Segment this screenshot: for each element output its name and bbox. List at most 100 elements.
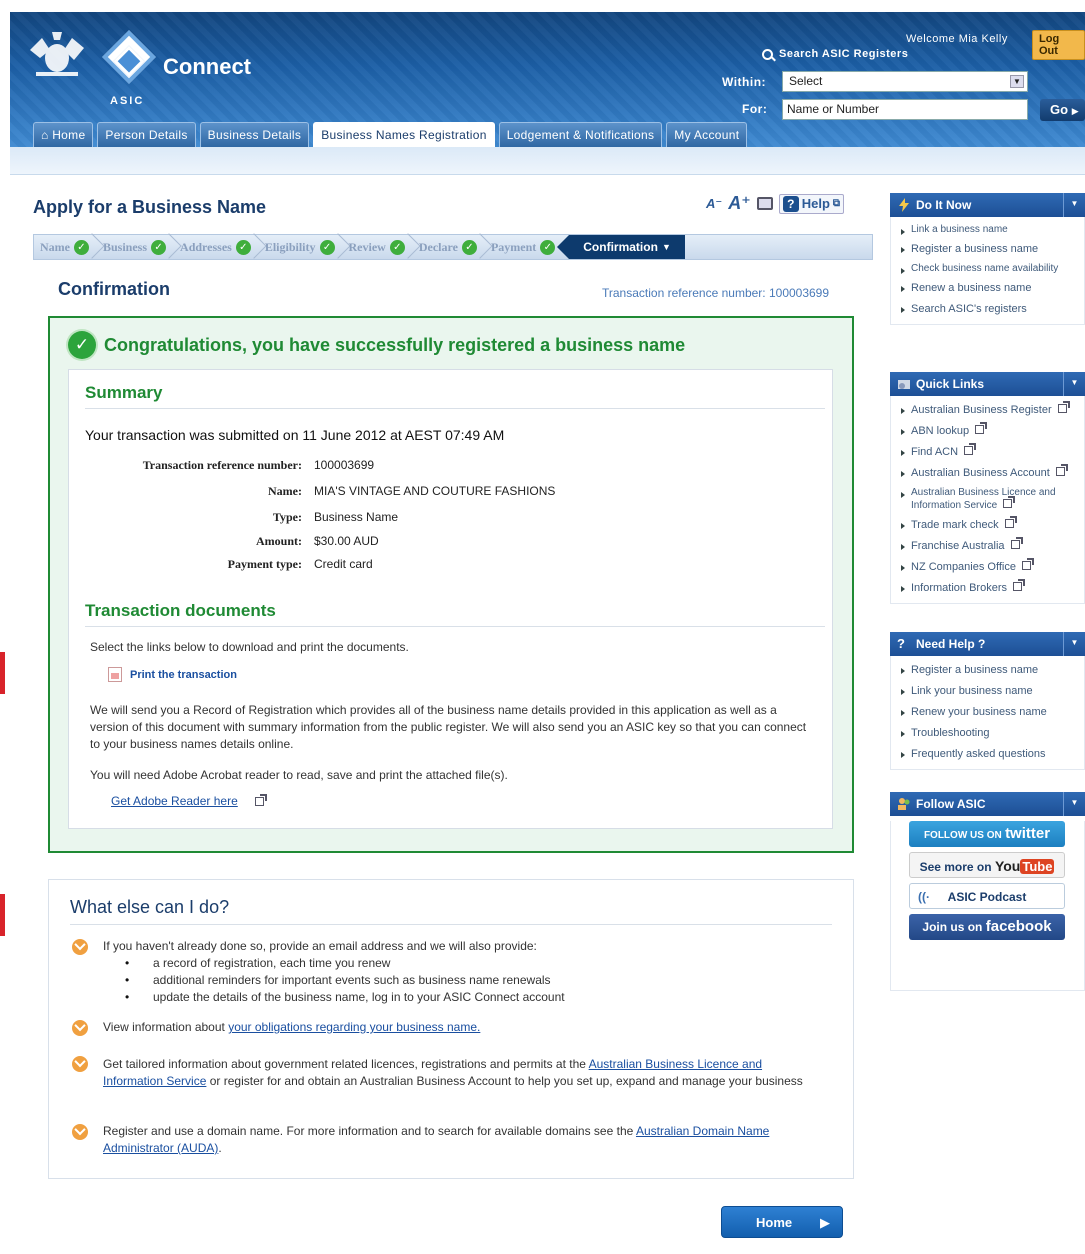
do-it-now-list: Link a business name Register a business…	[890, 217, 1085, 325]
follow-buttons: FOLLOW US ON twitter See more on You Tube…	[890, 821, 1085, 991]
sidebar-item-help-renew[interactable]: Renew your business name	[901, 702, 1084, 723]
need-help-header[interactable]: ? Need Help ? ▼	[890, 632, 1085, 656]
coat-of-arms-icon	[30, 32, 84, 76]
external-link-icon	[1022, 558, 1035, 570]
sidebar-item-nz-companies[interactable]: NZ Companies Office	[901, 557, 1084, 578]
divider	[70, 924, 832, 925]
pdf-icon	[108, 667, 122, 682]
tab-lodgement-notifications[interactable]: Lodgement & Notifications	[498, 122, 663, 147]
check-bullet-icon	[72, 939, 88, 955]
print-transaction-link[interactable]: Print the transaction	[108, 667, 237, 682]
home-button[interactable]: Home ▶	[721, 1206, 843, 1238]
list-item: a record of registration, each time you …	[125, 955, 823, 972]
step-confirmation[interactable]: Confirmation ▼	[557, 235, 685, 259]
sidebar-item-franchise[interactable]: Franchise Australia	[901, 536, 1084, 557]
print-icon[interactable]	[756, 197, 773, 210]
sidebar-item-trade-mark[interactable]: Trade mark check	[901, 515, 1084, 536]
twitter-button[interactable]: FOLLOW US ON twitter	[909, 821, 1065, 847]
within-select[interactable]: Select ▼	[782, 71, 1028, 92]
chevron-down-icon[interactable]: ▼	[1063, 193, 1085, 217]
tab-home[interactable]: ⌂ Home	[33, 122, 94, 147]
list-item: update the details of the business name,…	[125, 989, 823, 1006]
play-icon: ▶	[1071, 106, 1079, 116]
podcast-button[interactable]: ((· ASIC Podcast	[909, 883, 1065, 909]
page-tools: A⁻ A⁺ ? Help ⧉	[706, 193, 845, 214]
quick-links-header[interactable]: Quick Links ▼	[890, 372, 1085, 396]
success-message: ✓ Congratulations, you have successfully…	[68, 331, 685, 359]
logout-button[interactable]: Log Out	[1032, 30, 1085, 60]
external-link-icon	[1057, 401, 1070, 413]
chevron-down-icon: ▼	[1010, 75, 1024, 88]
do-it-now-header[interactable]: Do It Now ▼	[890, 193, 1085, 217]
go-button[interactable]: Go ▶	[1040, 99, 1085, 121]
within-label: Within:	[722, 75, 767, 89]
decrease-font-icon[interactable]: A⁻	[706, 196, 722, 212]
search-icon	[762, 48, 773, 60]
check-icon: ✓	[540, 239, 556, 255]
sidebar-item-check-availability[interactable]: Check business name availability	[901, 260, 1084, 278]
step-eligibility[interactable]: Eligibility ✓	[259, 233, 351, 259]
tab-business-details[interactable]: Business Details	[199, 122, 310, 147]
tab-person-details[interactable]: Person Details	[97, 122, 196, 147]
step-name[interactable]: Name ✓	[34, 233, 105, 259]
documents-intro: Select the links below to download and p…	[90, 640, 409, 654]
adobe-link-row: Get Adobe Reader here	[111, 793, 267, 808]
obligations-link[interactable]: your obligations regarding your business…	[228, 1020, 480, 1034]
youtube-button[interactable]: See more on You Tube	[909, 852, 1065, 878]
sidebar-item-faq[interactable]: Frequently asked questions	[901, 744, 1084, 765]
sidebar-item-info-brokers[interactable]: Information Brokers	[901, 578, 1084, 599]
follow-asic-header[interactable]: Follow ASIC ▼	[890, 792, 1085, 816]
transaction-documents-heading: Transaction documents	[85, 601, 276, 620]
sidebar-item-ablis[interactable]: Australian Business Licence and Informat…	[901, 484, 1084, 515]
sidebar-item-aba[interactable]: Australian Business Account	[901, 463, 1084, 484]
step-review[interactable]: Review ✓	[343, 233, 421, 259]
sidebar-item-register-business-name[interactable]: Register a business name	[901, 239, 1084, 260]
step-business[interactable]: Business ✓	[97, 233, 182, 259]
people-icon	[898, 798, 910, 810]
page-title: Apply for a Business Name	[33, 197, 267, 217]
external-link-icon	[964, 443, 977, 455]
success-check-icon: ✓	[68, 331, 96, 359]
sidebar-item-find-acn[interactable]: Find ACN	[901, 442, 1084, 463]
tab-business-names-registration[interactable]: Business Names Registration	[313, 122, 495, 148]
chevron-down-icon[interactable]: ▼	[1063, 792, 1085, 816]
step-payment[interactable]: Payment ✓	[485, 235, 563, 259]
get-adobe-reader-link[interactable]: Get Adobe Reader here	[111, 794, 238, 808]
sidebar-item-link-business-name[interactable]: Link a business name	[901, 221, 1084, 239]
help-button[interactable]: ? Help ⧉	[778, 193, 845, 214]
do-it-now-panel: Do It Now ▼ Link a business name Registe…	[890, 193, 1085, 325]
sidebar-item-search-registers[interactable]: Search ASIC's registers	[901, 299, 1084, 320]
sidebar-item-troubleshooting[interactable]: Troubleshooting	[901, 723, 1084, 744]
sub-list: a record of registration, each time you …	[125, 955, 823, 1006]
chevron-down-icon[interactable]: ▼	[1063, 372, 1085, 396]
chevron-down-icon[interactable]: ▼	[1063, 632, 1085, 656]
sidebar-item-renew-business-name[interactable]: Renew a business name	[901, 278, 1084, 299]
progress-steps: Name ✓ Business ✓ Addresses ✓ Eligibility ✓ …	[33, 233, 873, 260]
external-link-icon: ⧉	[832, 198, 841, 209]
tab-my-account[interactable]: My Account	[666, 122, 748, 147]
field-label: Amount:	[255, 534, 302, 548]
brand-name: Connect	[163, 54, 251, 79]
question-icon: ?	[782, 195, 799, 212]
sidebar-item-help-register[interactable]: Register a business name	[901, 660, 1084, 681]
step-declare[interactable]: Declare ✓	[413, 233, 493, 259]
divider	[85, 408, 825, 409]
facebook-button[interactable]: Join us on facebook	[909, 914, 1065, 940]
step-addresses[interactable]: Addresses ✓	[174, 233, 267, 259]
sidebar-item-abn-lookup[interactable]: ABN lookup	[901, 421, 1084, 442]
sidebar-item-abr[interactable]: Australian Business Register	[901, 400, 1084, 421]
top-strip	[0, 0, 1085, 12]
field-value: Business Name	[314, 510, 399, 524]
quick-links-panel: Quick Links ▼ Australian Business Regist…	[890, 372, 1085, 604]
search-input[interactable]: Name or Number	[782, 99, 1028, 120]
sidebar-item-help-link[interactable]: Link your business name	[901, 681, 1084, 702]
external-link-icon	[1013, 579, 1026, 591]
increase-font-icon[interactable]: A⁺	[728, 193, 751, 214]
check-bullet-icon	[72, 1056, 88, 1072]
field-label: Payment type:	[227, 557, 302, 571]
field-label: Transaction reference number:	[142, 458, 302, 472]
lightning-icon	[899, 198, 909, 212]
check-bullet-icon	[72, 1020, 88, 1036]
field-value: MIA'S VINTAGE AND COUTURE FASHIONS	[314, 484, 556, 498]
adobe-paragraph: You will need Adobe Acrobat reader to re…	[90, 768, 508, 782]
